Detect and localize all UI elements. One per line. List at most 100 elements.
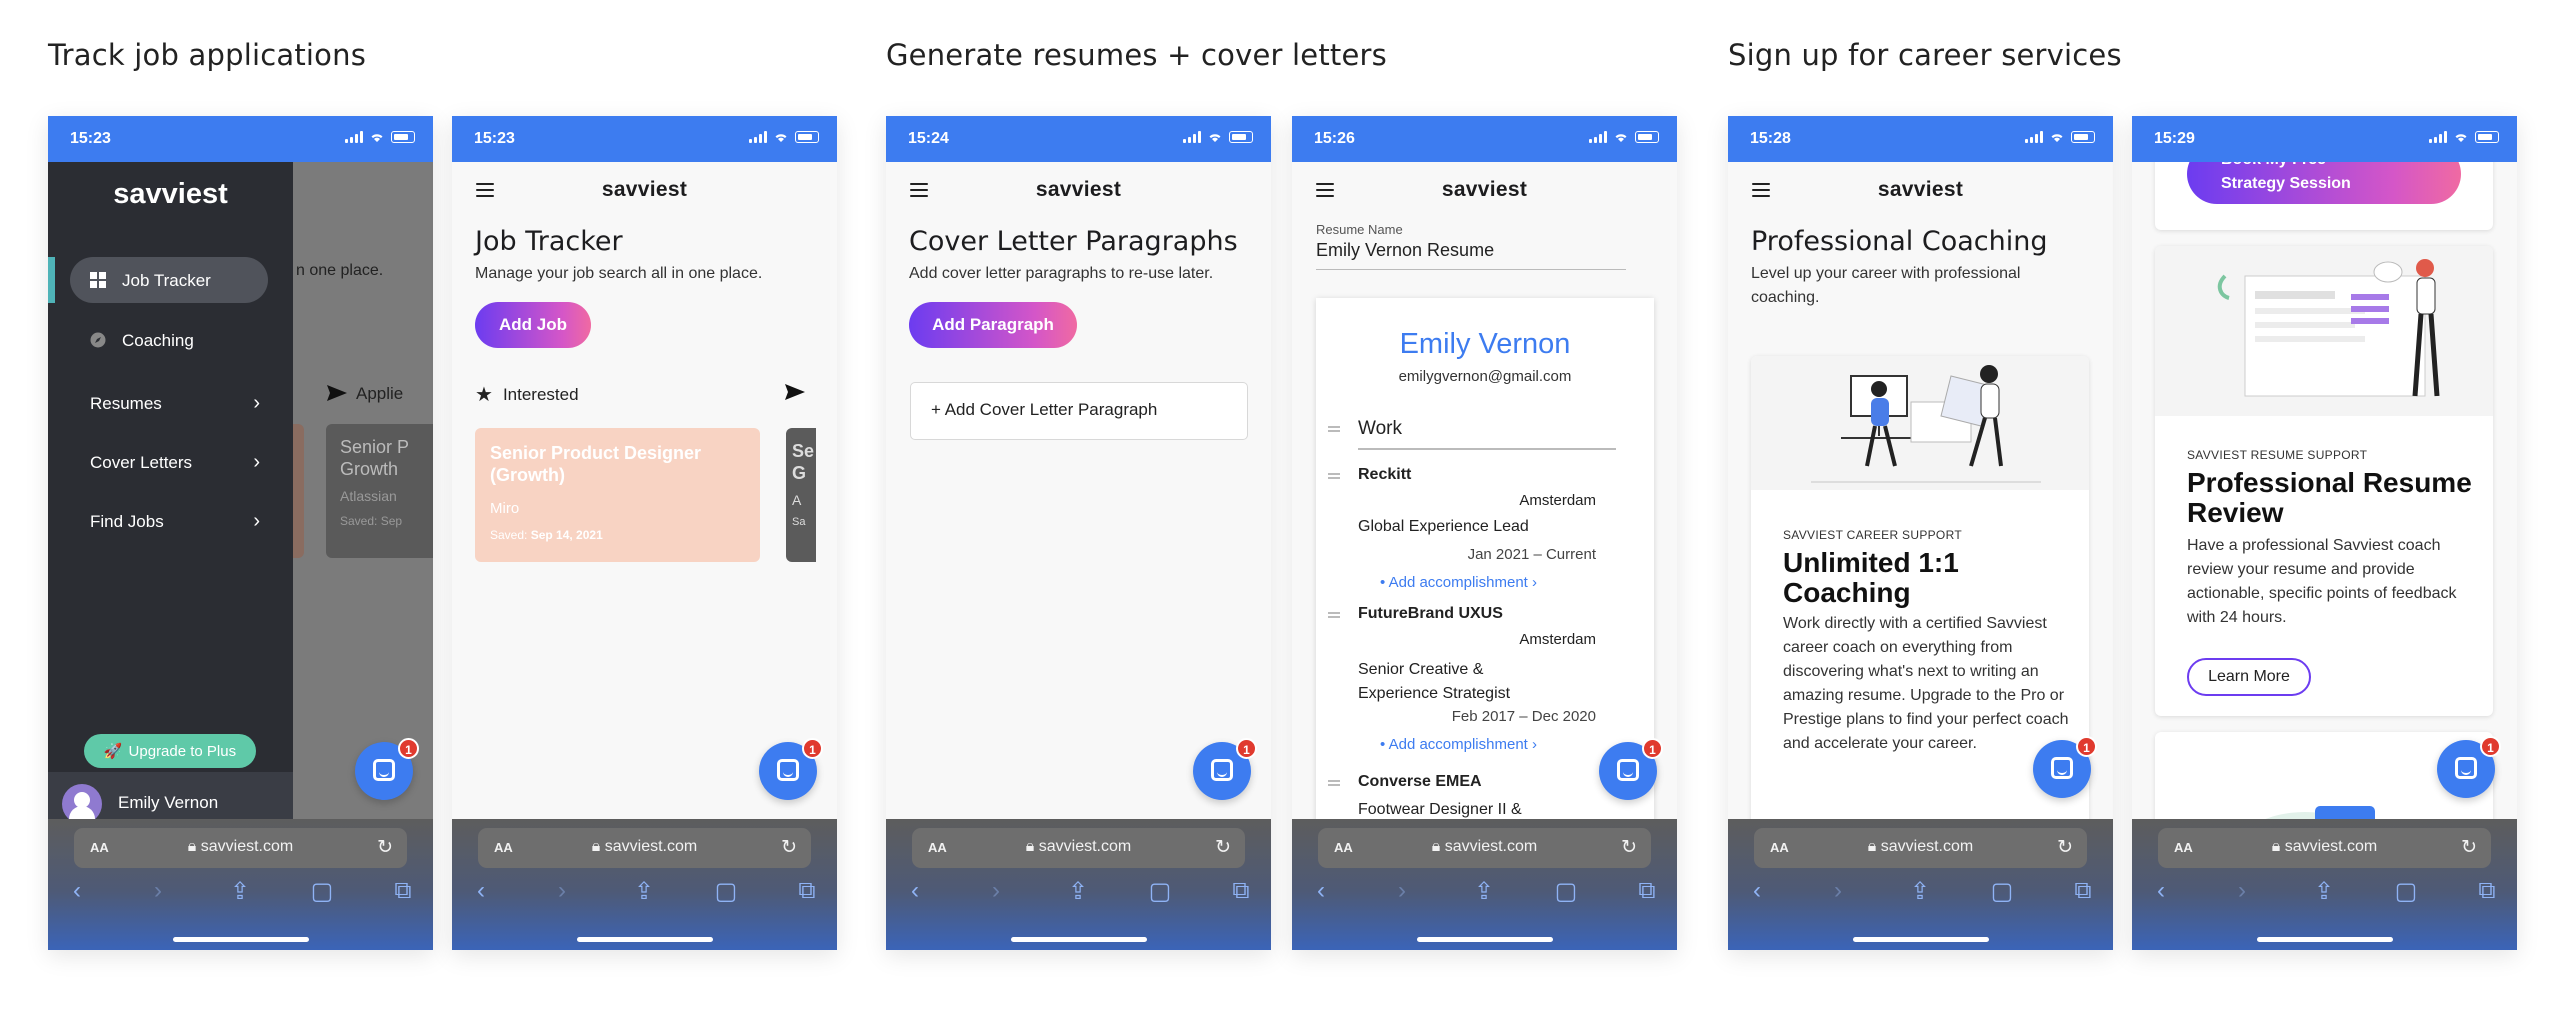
url-bar[interactable]: AA 🔒︎ savviest.com ↻ bbox=[2158, 828, 2491, 868]
add-cover-letter-paragraph[interactable]: + Add Cover Letter Paragraph bbox=[910, 382, 1248, 440]
back-icon[interactable]: ‹ bbox=[2144, 877, 2178, 905]
status-bar: 15:28 bbox=[1728, 116, 2113, 162]
forward-icon[interactable]: › bbox=[2225, 877, 2259, 905]
lock-icon: 🔒︎ bbox=[1867, 838, 1881, 855]
signal-icon bbox=[2429, 131, 2447, 143]
upgrade-button[interactable]: 🚀 Upgrade to Plus bbox=[84, 734, 256, 768]
url-text: 🔒︎ savviest.com bbox=[1431, 838, 1538, 855]
share-icon[interactable]: ⇪ bbox=[223, 877, 257, 906]
back-icon[interactable]: ‹ bbox=[1304, 877, 1338, 905]
share-icon[interactable]: ⇪ bbox=[2307, 877, 2341, 906]
page-subtitle: Level up your career with professional c… bbox=[1751, 265, 2021, 306]
tabs-icon[interactable]: ⧉ bbox=[1630, 877, 1664, 905]
bookmarks-icon[interactable]: ▢ bbox=[305, 877, 339, 906]
url-bar[interactable]: AA 🔒︎ savviest.com ↻ bbox=[1318, 828, 1651, 868]
tabs-icon[interactable]: ⧉ bbox=[2066, 877, 2100, 905]
chat-icon bbox=[1211, 759, 1233, 781]
battery-icon bbox=[2071, 131, 2095, 143]
drag-handle-icon[interactable] bbox=[1328, 426, 1340, 432]
url-bar[interactable]: AA 🔒︎ savviest.com ↻ bbox=[912, 828, 1245, 868]
drag-handle-icon[interactable] bbox=[1328, 612, 1340, 618]
chat-button[interactable]: 1 bbox=[2437, 736, 2501, 798]
card-eyebrow: SAVVIEST RESUME SUPPORT bbox=[2187, 448, 2368, 462]
chat-button[interactable]: 1 bbox=[759, 738, 823, 800]
resume-email: emilygvernon@gmail.com bbox=[1398, 368, 1572, 385]
share-icon[interactable]: ⇪ bbox=[1467, 877, 1501, 906]
upgrade-label: Upgrade to Plus bbox=[128, 742, 237, 760]
forward-icon[interactable]: › bbox=[979, 877, 1013, 905]
lock-icon: 🔒︎ bbox=[591, 838, 605, 855]
forward-icon[interactable]: › bbox=[1821, 877, 1855, 905]
forward-icon[interactable]: › bbox=[545, 877, 579, 905]
learn-more-button[interactable]: Learn More bbox=[2187, 658, 2311, 696]
chat-button[interactable]: 1 bbox=[2033, 736, 2097, 798]
reload-icon[interactable]: ↻ bbox=[2461, 836, 2477, 859]
chat-badge: 1 bbox=[1236, 738, 1257, 759]
phone-menu: n one place. Applie Senior P Growth Atla… bbox=[48, 116, 433, 950]
lock-icon: 🔒︎ bbox=[187, 838, 201, 855]
app-header: savviest bbox=[1292, 162, 1677, 220]
bookmarks-icon[interactable]: ▢ bbox=[709, 877, 743, 906]
reload-icon[interactable]: ↻ bbox=[1215, 836, 1231, 859]
forward-icon[interactable]: › bbox=[1385, 877, 1419, 905]
coaching-card: SAVVIEST CAREER SUPPORT Unlimited 1:1 Co… bbox=[1751, 356, 2089, 876]
card-title: Unlimited 1:1 Coaching bbox=[1783, 547, 1959, 608]
url-bar[interactable]: AA 🔒︎ savviest.com ↻ bbox=[478, 828, 811, 868]
share-icon[interactable]: ⇪ bbox=[1061, 877, 1095, 906]
chat-button[interactable]: 1 bbox=[1193, 738, 1257, 800]
sidebar-item-resumes[interactable]: Resumes › bbox=[90, 392, 260, 424]
share-icon[interactable]: ⇪ bbox=[1903, 877, 1937, 906]
phone-resume: 15:26 savviest Resume Name Emily Vernon … bbox=[1292, 116, 1677, 950]
status-time: 15:23 bbox=[70, 130, 111, 147]
sidebar-item-cover-letters[interactable]: Cover Letters › bbox=[90, 451, 260, 483]
coaching-illustration bbox=[1751, 356, 2089, 490]
bookmarks-icon[interactable]: ▢ bbox=[1985, 877, 2019, 906]
sidebar-item-label: Job Tracker bbox=[122, 271, 211, 290]
job-location: Amsterdam bbox=[1519, 492, 1596, 509]
background-card-saved: Saved: Sep bbox=[340, 514, 403, 528]
back-icon[interactable]: ‹ bbox=[1740, 877, 1774, 905]
url-bar[interactable]: AA 🔒︎ savviest.com ↻ bbox=[1754, 828, 2087, 868]
tabs-icon[interactable]: ⧉ bbox=[2470, 877, 2504, 905]
sidebar-item-coaching[interactable]: Coaching bbox=[70, 317, 268, 363]
browser-bar: AA 🔒︎ savviest.com ↻ ‹ › ⇪ ▢ ⧉ bbox=[452, 819, 837, 950]
reload-icon[interactable]: ↻ bbox=[2057, 836, 2073, 859]
tabs-icon[interactable]: ⧉ bbox=[1224, 877, 1258, 905]
tabs-icon[interactable]: ⧉ bbox=[790, 877, 824, 905]
chat-badge: 1 bbox=[802, 738, 823, 759]
reload-icon[interactable]: ↻ bbox=[377, 836, 393, 859]
reload-icon[interactable]: ↻ bbox=[1621, 836, 1637, 859]
chat-button[interactable]: 1 bbox=[1599, 738, 1663, 800]
share-icon[interactable]: ⇪ bbox=[627, 877, 661, 906]
chevron-right-icon: › bbox=[253, 392, 260, 414]
back-icon[interactable]: ‹ bbox=[898, 877, 932, 905]
drag-handle-icon[interactable] bbox=[1328, 780, 1340, 786]
add-accomplishment-link[interactable]: • Add accomplishment › bbox=[1380, 574, 1537, 591]
resume-name-field[interactable]: Emily Vernon Resume bbox=[1316, 240, 1626, 270]
chat-button[interactable]: 1 bbox=[355, 738, 419, 800]
back-icon[interactable]: ‹ bbox=[60, 877, 94, 905]
job-card[interactable]: Senior Product Designer (Growth) Miro Sa… bbox=[475, 428, 760, 562]
drag-handle-icon[interactable] bbox=[1328, 473, 1340, 479]
back-icon[interactable]: ‹ bbox=[464, 877, 498, 905]
browser-bar: AA 🔒︎ savviest.com ↻ ‹ › ⇪ ▢ ⧉ bbox=[886, 819, 1271, 950]
sidebar-item-find-jobs[interactable]: Find Jobs › bbox=[90, 510, 260, 542]
bookmarks-icon[interactable]: ▢ bbox=[1143, 877, 1177, 906]
add-accomplishment-link[interactable]: • Add accomplishment › bbox=[1380, 736, 1537, 753]
job-location: Amsterdam bbox=[1519, 631, 1596, 648]
bookmarks-icon[interactable]: ▢ bbox=[2389, 877, 2423, 906]
add-job-button[interactable]: Add Job bbox=[475, 302, 591, 348]
section-title-track: Track job applications bbox=[48, 38, 367, 72]
sidebar-item-job-tracker[interactable]: Job Tracker bbox=[70, 257, 268, 303]
tabs-icon[interactable]: ⧉ bbox=[386, 877, 420, 905]
forward-icon[interactable]: › bbox=[141, 877, 175, 905]
phone-cover-letter: 15:24 savviest Cover Letter Paragraphs A… bbox=[886, 116, 1271, 950]
url-text: 🔒︎ savviest.com bbox=[1025, 838, 1132, 855]
add-paragraph-button[interactable]: Add Paragraph bbox=[909, 302, 1077, 348]
reload-icon[interactable]: ↻ bbox=[781, 836, 797, 859]
wifi-icon bbox=[371, 134, 383, 142]
job-card-peek[interactable]: Se G A Sa bbox=[786, 428, 816, 562]
bookmarks-icon[interactable]: ▢ bbox=[1549, 877, 1583, 906]
phone-coaching: 15:28 savviest Professional Coaching Lev… bbox=[1728, 116, 2113, 950]
url-bar[interactable]: AA 🔒︎ savviest.com ↻ bbox=[74, 828, 407, 868]
